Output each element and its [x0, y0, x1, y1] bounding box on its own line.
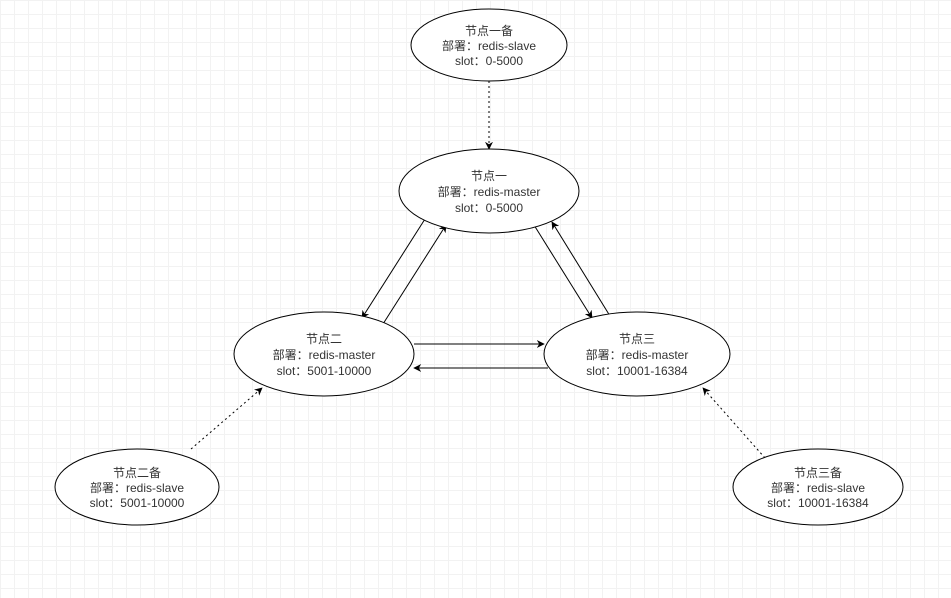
- edge-n1-n2-a: [362, 219, 425, 318]
- node-deploy: 部署：redis-master: [273, 347, 376, 362]
- edge-n3backup-n3: [703, 388, 765, 458]
- node-slot: slot：10001-16384: [767, 496, 869, 510]
- node-n2-backup: 节点二备 部署：redis-slave slot：5001-10000: [55, 449, 219, 525]
- edge-n1-n2-b: [383, 225, 446, 324]
- node-title: 节点三: [619, 332, 655, 346]
- node-n3: 节点三 部署：redis-master slot：10001-16384: [544, 312, 730, 396]
- node-title: 节点一: [471, 169, 507, 183]
- node-title: 节点一备: [465, 24, 513, 38]
- node-title: 节点三备: [794, 466, 842, 480]
- node-slot: slot：5001-10000: [277, 364, 372, 378]
- node-n3-backup: 节点三备 部署：redis-slave slot：10001-16384: [733, 449, 903, 525]
- node-n1-backup: 节点一备 部署：redis-slave slot：0-5000: [411, 9, 567, 81]
- node-deploy: 部署：redis-slave: [442, 38, 536, 53]
- node-slot: slot：0-5000: [455, 54, 523, 68]
- node-deploy: 部署：redis-slave: [771, 480, 865, 495]
- node-n2: 节点二 部署：redis-master slot：5001-10000: [234, 312, 414, 396]
- node-slot: slot：0-5000: [455, 201, 523, 215]
- node-deploy: 部署：redis-slave: [90, 480, 184, 495]
- node-slot: slot：5001-10000: [90, 496, 185, 510]
- node-title: 节点二备: [113, 466, 161, 480]
- node-n1: 节点一 部署：redis-master slot：0-5000: [399, 149, 579, 233]
- node-title: 节点二: [306, 332, 342, 346]
- node-deploy: 部署：redis-master: [586, 347, 689, 362]
- diagram-canvas: 节点一备 部署：redis-slave slot：0-5000 节点一 部署：r…: [0, 0, 951, 598]
- node-deploy: 部署：redis-master: [438, 184, 541, 199]
- edge-n1-n3-b: [552, 222, 610, 316]
- node-slot: slot：10001-16384: [586, 364, 688, 378]
- edge-n2backup-n2: [191, 388, 262, 449]
